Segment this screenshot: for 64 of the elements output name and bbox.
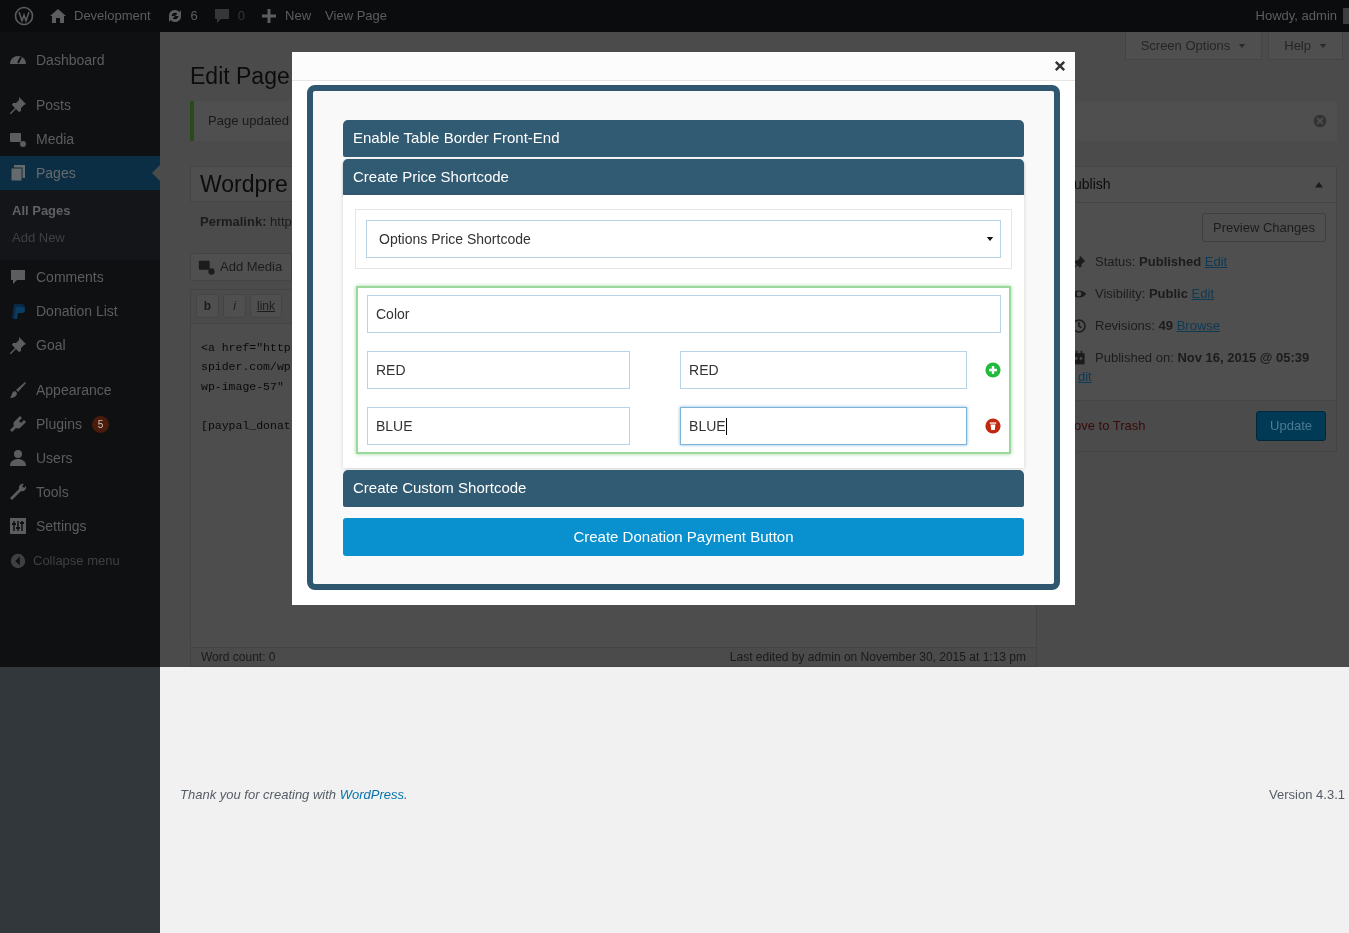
code-line: wp-image-57" xyxy=(201,378,284,395)
caret-icon xyxy=(1319,41,1327,50)
pages-icon xyxy=(8,163,28,183)
text-cursor xyxy=(725,417,727,435)
dismiss-icon[interactable] xyxy=(1313,114,1327,128)
version-text: Version 4.3.1 xyxy=(1269,786,1345,804)
sidebar-item[interactable]: Goal xyxy=(0,328,160,362)
sidebar-item[interactable]: Dashboard xyxy=(0,43,160,77)
code-line: <a href="http xyxy=(201,339,291,356)
settings-icon xyxy=(8,516,28,536)
wordpress-link[interactable]: WordPress xyxy=(339,787,404,802)
edit-link[interactable]: Edit xyxy=(1204,254,1228,269)
sidebar-item[interactable]: Users xyxy=(0,441,160,475)
create-button[interactable]: Create Donation Payment Button xyxy=(343,518,1024,556)
plug-icon xyxy=(8,414,28,434)
input-field[interactable]: RED xyxy=(680,351,967,389)
page-heading: Edit Page xyxy=(190,62,290,91)
code-line: spider.com/wp xyxy=(201,359,291,375)
paintbrush-icon xyxy=(8,380,28,400)
sidebar-item[interactable]: Posts xyxy=(0,88,160,122)
edit-link[interactable]: dit xyxy=(1078,367,1092,387)
caret-icon xyxy=(1238,41,1247,50)
trash-link[interactable]: ove to Trash xyxy=(1074,416,1146,436)
accordion-header[interactable]: Enable Table Border Front-End xyxy=(343,120,1024,157)
sidebar-item[interactable]: Plugins 5 xyxy=(0,407,160,441)
sidebar-item[interactable]: Settings xyxy=(0,509,160,543)
home-icon[interactable] xyxy=(48,6,68,26)
edit-link[interactable]: Edit xyxy=(1191,286,1214,301)
pushpin-icon xyxy=(8,335,28,355)
code-line: [paypal_donat xyxy=(201,417,291,434)
close-icon[interactable] xyxy=(1053,59,1067,73)
toolbar-link[interactable]: New xyxy=(285,6,312,26)
input-field[interactable]: BLUE xyxy=(680,407,967,445)
submenu-item[interactable]: All Pages xyxy=(0,197,160,224)
trash-icon[interactable] xyxy=(985,418,1001,434)
sidebar-item[interactable]: Donation List xyxy=(0,294,160,328)
toolbar-link[interactable]: View Page xyxy=(325,6,387,26)
sidebar-item[interactable]: Pages xyxy=(0,156,160,190)
panel-title: ublish xyxy=(1074,175,1112,194)
pushpin-icon xyxy=(8,95,28,115)
caret-icon xyxy=(986,235,994,243)
accordion-header[interactable]: Create Price Shortcode xyxy=(343,159,1024,196)
input-field[interactable]: BLUE xyxy=(367,407,631,445)
toolbar-link[interactable]: 6 xyxy=(190,6,198,26)
accordion-header[interactable]: Create Custom Shortcode xyxy=(343,470,1024,507)
logo-icon[interactable] xyxy=(14,6,34,26)
sidebar-item[interactable]: Comments xyxy=(0,260,160,294)
user-icon xyxy=(8,448,28,468)
input-field[interactable]: Color xyxy=(367,295,1001,333)
toolbar-link[interactable]: Development xyxy=(74,6,151,26)
add-icon[interactable] xyxy=(985,362,1001,378)
edit-link[interactable]: Browse xyxy=(1176,318,1221,333)
account-link[interactable]: Howdy, admin xyxy=(1255,6,1337,26)
sidebar-item[interactable]: Appearance xyxy=(0,373,160,407)
sidebar-item[interactable]: Tools xyxy=(0,475,160,509)
sidebar-item[interactable]: Media xyxy=(0,122,160,156)
wrench-icon xyxy=(8,482,28,502)
select-field[interactable]: Options Price Shortcode xyxy=(366,220,1001,258)
count-badge: 5 xyxy=(91,415,109,433)
speech-bubble-icon xyxy=(8,267,28,287)
collapse-icon[interactable] xyxy=(9,552,27,570)
input-field[interactable]: RED xyxy=(367,351,631,389)
footer-text: Thank you for creating with WordPress. xyxy=(180,786,408,804)
update-button[interactable]: Update xyxy=(1256,411,1326,441)
